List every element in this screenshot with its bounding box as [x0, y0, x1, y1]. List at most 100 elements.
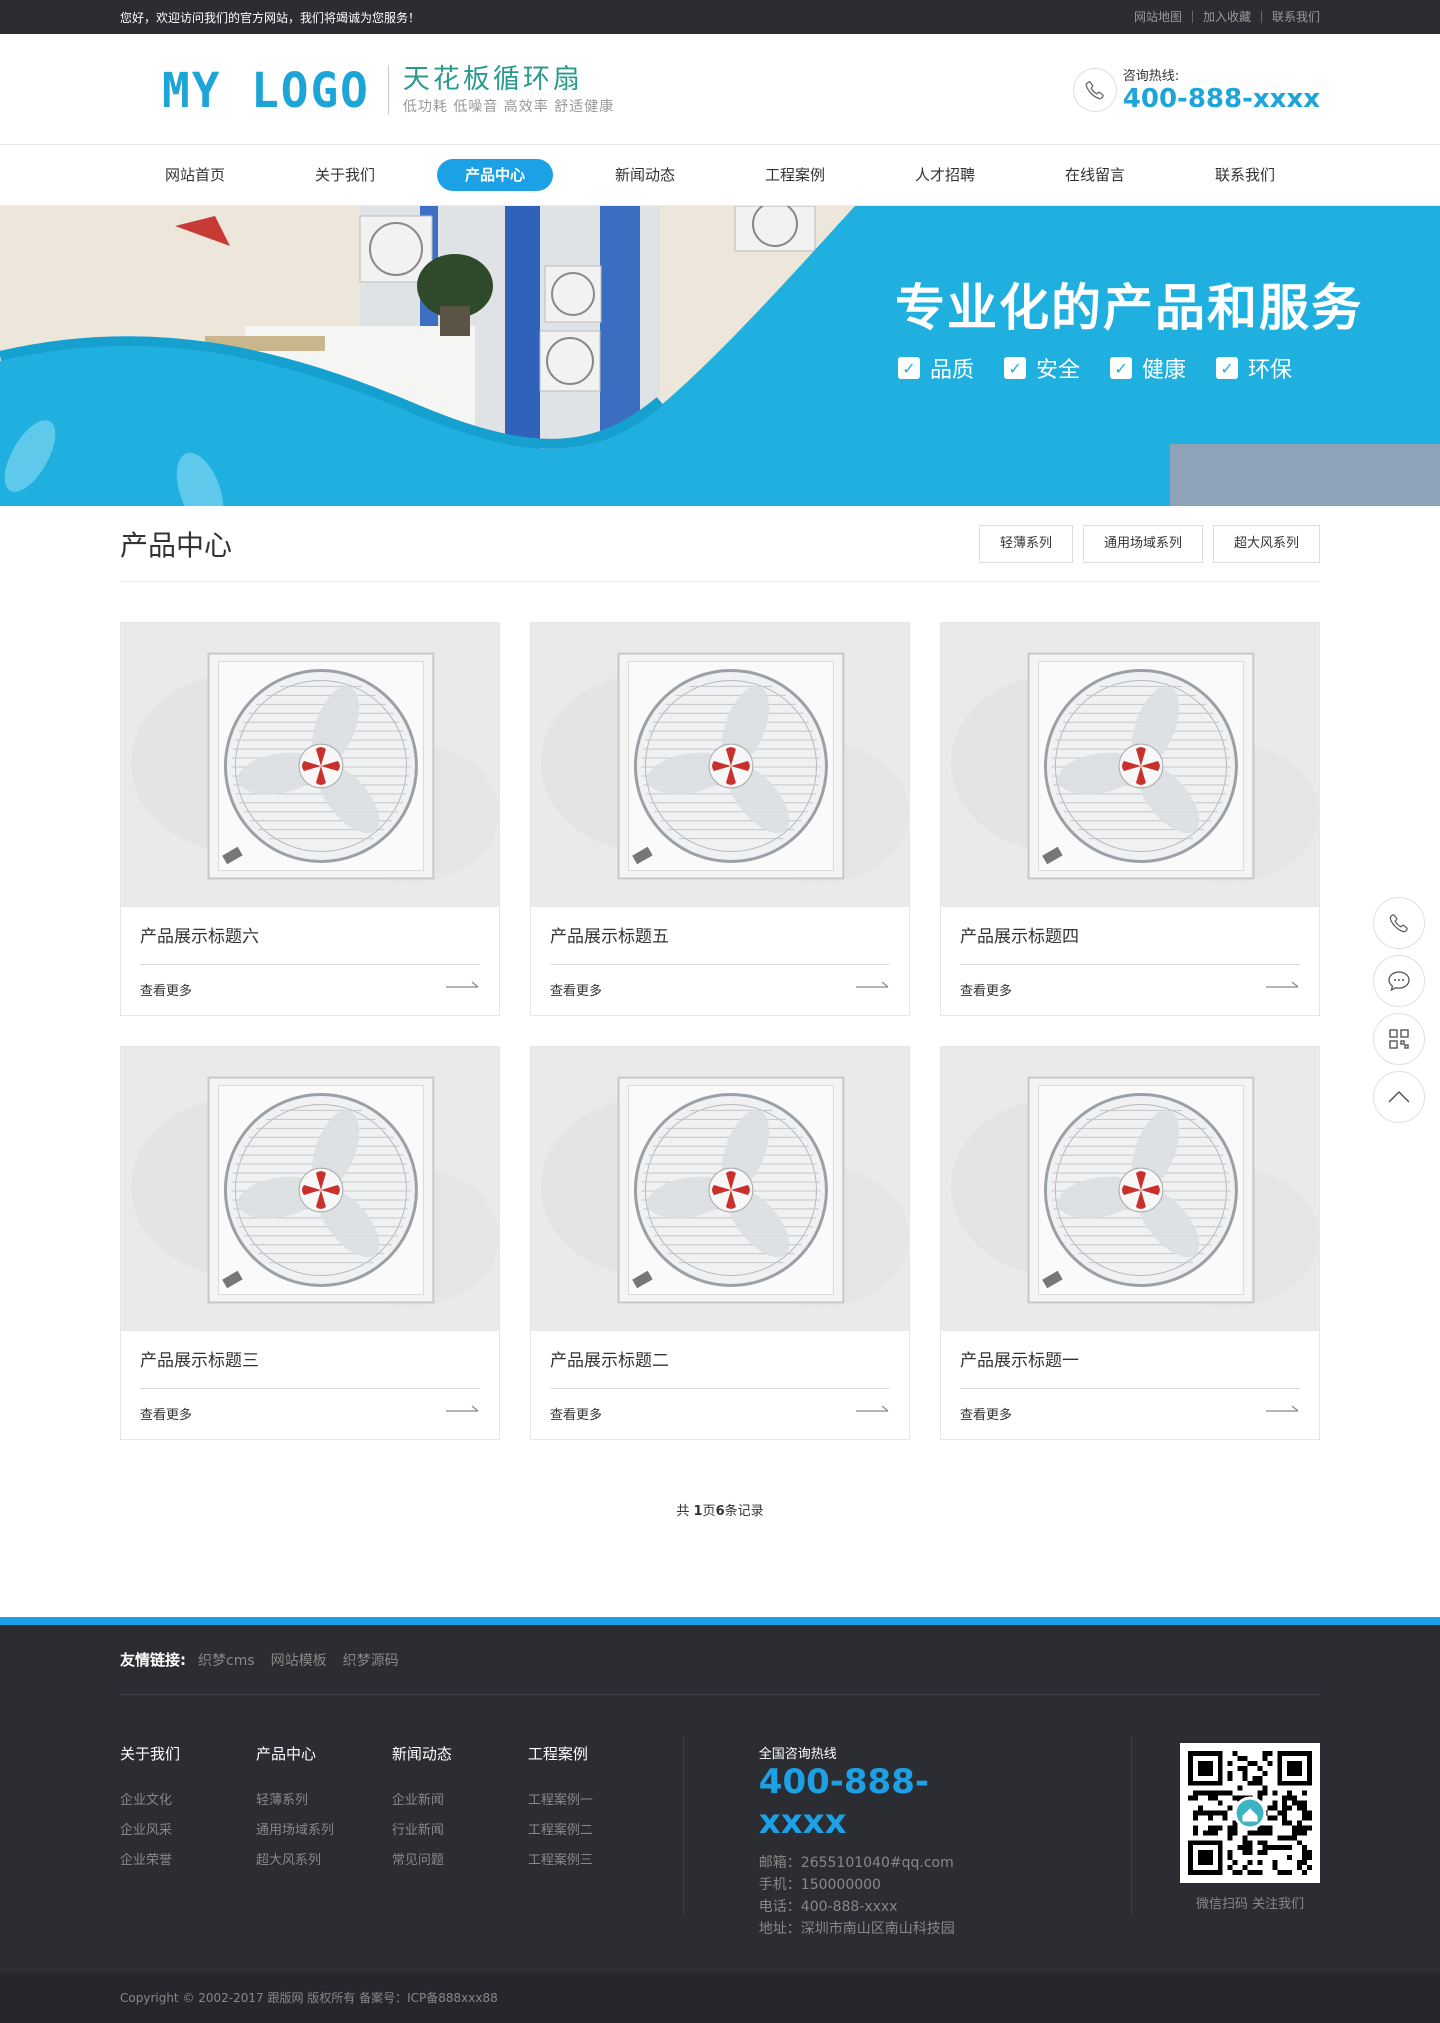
check-icon: ✓: [898, 357, 920, 379]
footer-link[interactable]: 工程案例一: [528, 1786, 664, 1816]
footer-link[interactable]: 行业新闻: [392, 1816, 528, 1846]
top-link-contact[interactable]: 联系我们: [1260, 11, 1320, 23]
product-card[interactable]: 产品展示标题二 查看更多: [530, 1046, 910, 1440]
arrow-right-icon[interactable]: [1266, 1405, 1300, 1421]
nav-item-jobs[interactable]: 人才招聘: [870, 159, 1020, 191]
pagination-summary: 共 1页6条记录: [120, 1500, 1320, 1519]
nav-item-cases[interactable]: 工程案例: [720, 159, 870, 191]
view-more-link[interactable]: 查看更多: [960, 980, 1012, 999]
main-nav: 网站首页 关于我们 产品中心 新闻动态 工程案例 人才招聘 在线留言 联系我们: [0, 145, 1440, 206]
product-title[interactable]: 产品展示标题二: [550, 1331, 890, 1389]
nav-label: 在线留言: [1064, 166, 1125, 184]
nav-label: 产品中心: [436, 159, 553, 191]
arrow-right-icon[interactable]: [446, 981, 480, 997]
footer-link[interactable]: 轻薄系列: [256, 1786, 392, 1816]
footer-link[interactable]: 企业风采: [120, 1816, 256, 1846]
contact-label: 全国咨询热线: [758, 1747, 837, 1762]
nav-item-message[interactable]: 在线留言: [1020, 159, 1170, 191]
arrow-right-icon[interactable]: [856, 1405, 890, 1421]
product-image[interactable]: [121, 623, 499, 907]
product-image[interactable]: [941, 1047, 1319, 1331]
friend-link[interactable]: 网站模板: [271, 1650, 327, 1670]
nav-label: 工程案例: [764, 166, 825, 184]
product-image[interactable]: [531, 1047, 909, 1331]
footer-column-title[interactable]: 产品中心: [256, 1743, 392, 1764]
phone-icon[interactable]: [1373, 897, 1425, 949]
product-section: 产品中心 轻薄系列 通用场域系列 超大风系列 产品展示标题六 查看更多 产品展示…: [120, 506, 1320, 1519]
arrow-right-icon[interactable]: [1266, 981, 1300, 997]
view-more-link[interactable]: 查看更多: [140, 980, 192, 999]
footer-link[interactable]: 企业文化: [120, 1786, 256, 1816]
product-card[interactable]: 产品展示标题五 查看更多: [530, 622, 910, 1016]
footer-column-title[interactable]: 关于我们: [120, 1743, 256, 1764]
category-button-large[interactable]: 超大风系列: [1212, 524, 1320, 563]
nav-item-news[interactable]: 新闻动态: [570, 159, 720, 191]
product-title[interactable]: 产品展示标题四: [960, 907, 1300, 965]
product-image[interactable]: [941, 623, 1319, 907]
banner-tag-health: ✓ 健康: [1110, 352, 1186, 384]
nav-item-products[interactable]: 产品中心: [420, 159, 570, 191]
footer-link[interactable]: 常见问题: [392, 1846, 528, 1876]
footer-link[interactable]: 工程案例二: [528, 1816, 664, 1846]
top-bar: 您好，欢迎访问我们的官方网站，我们将竭诚为您服务！ 网站地图 加入收藏 联系我们: [0, 0, 1440, 34]
chat-icon[interactable]: [1373, 955, 1425, 1007]
view-more-link[interactable]: 查看更多: [960, 1404, 1012, 1423]
chevron-up-icon[interactable]: [1373, 1071, 1425, 1123]
check-icon: ✓: [1004, 357, 1027, 379]
slogan: 天花板循环扇 低功耗 低噪音 高效率 舒适健康: [403, 64, 614, 116]
footer-column-products: 产品中心 轻薄系列 通用场域系列 超大风系列: [256, 1743, 392, 1933]
top-link-sitemap[interactable]: 网站地图: [1124, 11, 1192, 23]
pager-count: 6: [715, 1504, 725, 1519]
footer-link[interactable]: 通用场域系列: [256, 1816, 392, 1846]
product-card[interactable]: 产品展示标题四 查看更多: [940, 622, 1320, 1016]
footer-column-title[interactable]: 新闻动态: [392, 1743, 528, 1764]
nav-label: 关于我们: [314, 166, 375, 184]
product-card[interactable]: 产品展示标题六 查看更多: [120, 622, 500, 1016]
friend-link[interactable]: 织梦源码: [343, 1650, 399, 1670]
contact-mobile: 手机：150000000: [758, 1877, 881, 1893]
friend-links: 友情链接: 织梦cms 网站模板 织梦源码: [120, 1625, 1320, 1695]
footer-link[interactable]: 超大风系列: [256, 1846, 392, 1876]
top-link-favorite[interactable]: 加入收藏: [1191, 11, 1261, 23]
view-more-link[interactable]: 查看更多: [140, 1404, 192, 1423]
arrow-right-icon[interactable]: [446, 1405, 480, 1421]
arrow-right-icon[interactable]: [856, 981, 890, 997]
logo-text: MY LOGO: [162, 61, 370, 118]
product-title[interactable]: 产品展示标题五: [550, 907, 890, 965]
category-button-slim[interactable]: 轻薄系列: [978, 524, 1073, 563]
footer-link[interactable]: 企业荣誉: [120, 1846, 256, 1876]
view-more-link[interactable]: 查看更多: [550, 1404, 602, 1423]
product-image[interactable]: [121, 1047, 499, 1331]
product-card[interactable]: 产品展示标题三 查看更多: [120, 1046, 500, 1440]
logo[interactable]: MY LOGO 天花板循环扇 低功耗 低噪音 高效率 舒适健康: [162, 61, 614, 118]
contact-phone: 电话：400-888-xxxx: [758, 1899, 898, 1915]
footer-column-title[interactable]: 工程案例: [528, 1743, 664, 1764]
product-image[interactable]: [531, 623, 909, 907]
product-grid: 产品展示标题六 查看更多 产品展示标题五 查看更多 产品展示标题四 查看更多 产…: [120, 622, 1320, 1440]
product-title[interactable]: 产品展示标题一: [960, 1331, 1300, 1389]
nav-label: 人才招聘: [914, 166, 975, 184]
banner-title: 专业化的产品和服务: [895, 279, 1363, 337]
copyright-bar: Copyright © 2002-2017 跟版网 版权所有 备案号：ICP备8…: [0, 1973, 1440, 2023]
footer-divider: [682, 1735, 684, 1915]
pager-text: 条记录: [724, 1504, 764, 1519]
footer-link[interactable]: 企业新闻: [392, 1786, 528, 1816]
product-title[interactable]: 产品展示标题三: [140, 1331, 480, 1389]
footer: 友情链接: 织梦cms 网站模板 织梦源码 关于我们 企业文化 企业风采 企业荣…: [0, 1617, 1440, 2023]
nav-item-about[interactable]: 关于我们: [270, 159, 420, 191]
nav-label: 新闻动态: [614, 166, 675, 184]
footer-link[interactable]: 工程案例三: [528, 1846, 664, 1876]
pager-pages: 1: [693, 1504, 703, 1519]
view-more-link[interactable]: 查看更多: [550, 980, 602, 999]
footer-column-news: 新闻动态 企业新闻 行业新闻 常见问题: [392, 1743, 528, 1933]
product-card[interactable]: 产品展示标题一 查看更多: [940, 1046, 1320, 1440]
nav-item-contact[interactable]: 联系我们: [1170, 159, 1320, 191]
category-button-general[interactable]: 通用场域系列: [1082, 524, 1203, 563]
contact-email: 邮箱：2655101040#qq.com: [758, 1855, 954, 1871]
footer-qr: 微信扫码 关注我们: [1180, 1743, 1321, 1933]
product-title[interactable]: 产品展示标题六: [140, 907, 480, 965]
tag-label: 品质: [930, 358, 975, 383]
qrcode-icon[interactable]: [1373, 1013, 1425, 1065]
friend-link[interactable]: 织梦cms: [198, 1650, 255, 1670]
nav-item-home[interactable]: 网站首页: [120, 159, 270, 191]
